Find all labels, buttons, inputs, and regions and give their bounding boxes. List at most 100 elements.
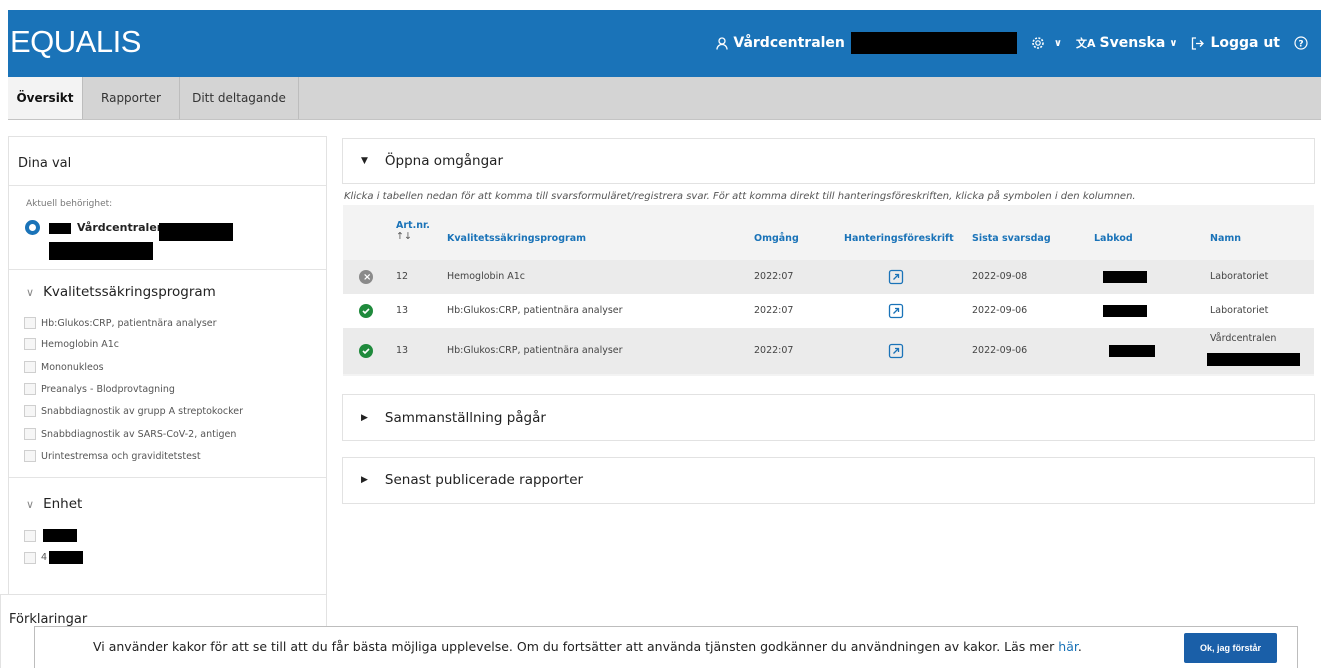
tab-bar: Översikt Rapporter Ditt deltagande	[8, 77, 1321, 120]
table-row[interactable]: 13 Hb:Glukos:CRP, patientnära analyser 2…	[343, 294, 1314, 328]
program-checkbox[interactable]: Mononukleos	[24, 361, 104, 373]
sidebar-dina-val: Dina val Aktuell behörighet: Vårdcentral…	[8, 136, 327, 596]
cookie-accept-button[interactable]: Ok, jag förstår	[1184, 633, 1277, 663]
svg-text:?: ?	[1298, 40, 1303, 50]
redacted-user	[850, 32, 1017, 54]
cell-deadline: 2022-09-06	[972, 305, 1028, 316]
open-rounds-toggle[interactable]: ▼ Öppna omgångar	[361, 153, 503, 169]
col-name[interactable]: Namn	[1210, 233, 1241, 244]
redacted-block	[49, 242, 153, 260]
published-toggle[interactable]: ▶ Senast publicerade rapporter	[361, 472, 583, 488]
program-checkbox[interactable]: Snabbdiagnostik av SARS-CoV-2, antigen	[24, 428, 236, 440]
external-link-icon[interactable]	[888, 269, 904, 285]
external-link-icon[interactable]	[888, 343, 904, 359]
unit-toggle[interactable]: ∨ Enhet	[26, 496, 82, 512]
checkmark-icon	[362, 348, 370, 355]
divider	[9, 185, 326, 186]
col-art-nr[interactable]: Art.nr. ↑↓	[396, 220, 430, 242]
redacted-unit	[49, 551, 84, 564]
open-rounds-table: Art.nr. ↑↓ Kvalitetssäkringsprogram Omgå…	[343, 205, 1314, 376]
cell-round: 2022:07	[754, 345, 794, 356]
logout-button[interactable]: Logga ut	[1191, 35, 1280, 51]
program-label: Urintestremsa och graviditetstest	[41, 450, 201, 462]
header-actions: Vårdcentralen ∨ 文A Svenska ∨ Logga ut ?	[702, 31, 1313, 55]
tab-oversikt[interactable]: Översikt	[8, 77, 83, 119]
chevron-down-icon: ∨	[1053, 37, 1063, 49]
col-program[interactable]: Kvalitetssäkringsprogram	[447, 233, 586, 244]
help-button[interactable]: ?	[1294, 36, 1313, 50]
redacted-unit	[43, 529, 77, 542]
program-checkbox[interactable]: Urintestremsa och graviditetstest	[24, 450, 201, 462]
redacted-name	[1207, 353, 1300, 366]
permission-radio[interactable]	[25, 220, 40, 235]
checkbox[interactable]	[24, 551, 36, 564]
logout-icon	[1192, 36, 1205, 50]
chevron-down-icon: ∨	[1169, 37, 1178, 49]
col-instructions[interactable]: Hanteringsföreskrift	[844, 233, 954, 244]
table-row[interactable]: 13 Hb:Glukos:CRP, patientnära analyser 2…	[343, 328, 1314, 374]
cookie-read-more-link[interactable]: här	[1058, 639, 1078, 654]
equalis-logo[interactable]: EQUALIS	[10, 24, 141, 60]
cell-round: 2022:07	[754, 305, 794, 316]
program-checkbox[interactable]: Hemoglobin A1c	[24, 338, 119, 350]
checkbox[interactable]	[24, 317, 36, 329]
checkbox[interactable]	[24, 361, 36, 373]
col-labcode[interactable]: Labkod	[1094, 233, 1133, 244]
program-label: Preanalys - Blodprovtagning	[41, 383, 175, 395]
triangle-right-icon: ▶	[361, 475, 368, 485]
cookie-banner: Vi använder kakor för att se till att du…	[34, 626, 1298, 668]
cell-deadline: 2022-09-08	[972, 271, 1028, 282]
tab-rapporter[interactable]: Rapporter	[83, 77, 180, 119]
user-name: Vårdcentralen	[733, 35, 845, 51]
checkbox[interactable]	[24, 428, 36, 440]
settings-menu[interactable]: ∨	[1031, 36, 1062, 50]
cell-program: Hemoglobin A1c	[447, 271, 526, 282]
unit-label: 4	[41, 552, 48, 563]
checkbox[interactable]	[24, 529, 36, 542]
checkbox[interactable]	[24, 405, 36, 417]
tab-ditt-deltagande[interactable]: Ditt deltagande	[180, 77, 299, 119]
checkbox[interactable]	[24, 450, 36, 462]
triangle-down-icon: ▼	[361, 156, 368, 166]
language-label: Svenska	[1099, 35, 1166, 51]
chevron-down-icon: ∨	[26, 497, 35, 511]
col-round[interactable]: Omgång	[754, 233, 799, 244]
checkbox[interactable]	[24, 338, 36, 350]
cell-name: Vårdcentralen	[1210, 333, 1277, 344]
unit-checkbox[interactable]	[24, 529, 77, 542]
program-checkbox[interactable]: Hb:Glukos:CRP, patientnära analyser	[24, 317, 217, 329]
redacted-block	[159, 223, 233, 241]
programs-toggle[interactable]: ∨ Kvalitetssäkringsprogram	[26, 284, 216, 300]
top-header: EQUALIS Vårdcentralen ∨ 文A Svenska ∨ Log…	[8, 10, 1321, 77]
published-title: Senast publicerade rapporter	[384, 472, 584, 488]
x-icon: ×	[363, 272, 372, 283]
redacted-block	[49, 223, 71, 234]
divider	[9, 477, 326, 478]
current-permission-label: Aktuell behörighet:	[26, 199, 113, 209]
program-label: Mononukleos	[41, 361, 104, 373]
checkbox[interactable]	[24, 383, 36, 395]
summary-toggle[interactable]: ▶ Sammanställning pågår	[361, 410, 546, 426]
sidebar-title: Dina val	[18, 156, 72, 171]
current-permission-value: Vårdcentralen	[77, 221, 165, 234]
external-link-icon[interactable]	[888, 303, 904, 319]
help-icon: ?	[1294, 36, 1308, 50]
open-rounds-panel: ▼ Öppna omgångar	[342, 138, 1315, 184]
program-checkbox[interactable]: Preanalys - Blodprovtagning	[24, 383, 175, 395]
program-checkbox[interactable]: Snabbdiagnostik av grupp A streptokocker	[24, 405, 243, 417]
program-label: Snabbdiagnostik av grupp A streptokocker	[41, 405, 244, 417]
unit-checkbox[interactable]: 4	[24, 551, 84, 564]
cookie-text: Vi använder kakor för att se till att du…	[93, 639, 1082, 654]
user-menu[interactable]: Vårdcentralen	[716, 32, 1017, 54]
legend-heading: Förklaringar	[9, 612, 88, 627]
redacted-labcode	[1109, 345, 1155, 357]
language-menu[interactable]: 文A Svenska ∨	[1076, 35, 1177, 51]
col-deadline[interactable]: Sista svarsdag	[972, 233, 1051, 244]
published-panel: ▶ Senast publicerade rapporter	[342, 457, 1315, 504]
translate-icon: 文A	[1076, 37, 1096, 50]
cell-program: Hb:Glukos:CRP, patientnära analyser	[447, 345, 623, 356]
cell-art-nr: 13	[396, 345, 409, 356]
table-row[interactable]: × 12 Hemoglobin A1c 2022:07 2022-09-08 L…	[343, 260, 1314, 294]
cell-deadline: 2022-09-06	[972, 345, 1028, 356]
col-art-nr-label: Art.nr.	[396, 220, 430, 231]
